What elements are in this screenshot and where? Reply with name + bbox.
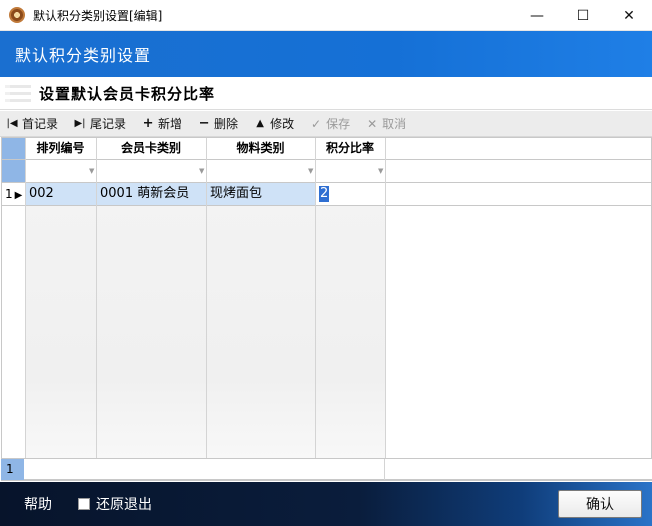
grid-filter-row: ▼ ▼ ▼ ▼ xyxy=(2,160,651,183)
edit-label: 修改 xyxy=(270,117,295,131)
page-title: 默认积分类别设置 xyxy=(15,46,152,65)
delete-button[interactable]: − 删除 xyxy=(192,113,244,135)
triangle-up-icon: ▲ xyxy=(256,118,264,129)
record-count: 1 xyxy=(1,459,24,480)
first-record-button[interactable]: |◀ 首记录 xyxy=(0,113,64,135)
save-button[interactable]: ✓ 保存 xyxy=(304,113,356,135)
current-row-arrow-icon: ▶ xyxy=(14,190,23,201)
column-header-seq[interactable]: 排列编号 xyxy=(25,138,96,159)
cancel-button[interactable]: ✕ 取消 xyxy=(360,113,412,135)
filter-dropdown-icon[interactable]: ▼ xyxy=(308,167,313,175)
filter-dropdown-icon[interactable]: ▼ xyxy=(199,167,204,175)
filter-indicator xyxy=(2,160,25,182)
section-title: 设置默认会员卡积分比率 xyxy=(39,85,216,103)
filter-dropdown-icon[interactable]: ▼ xyxy=(89,167,94,175)
save-label: 保存 xyxy=(326,117,351,131)
grid-line xyxy=(96,138,97,480)
restore-exit-label: 还原退出 xyxy=(96,497,152,513)
plus-icon: + xyxy=(142,116,154,131)
column-header-ratio[interactable]: 积分比率 xyxy=(315,138,385,159)
ratio-edit-input[interactable]: 2 xyxy=(319,186,330,202)
data-grid[interactable]: 排列编号 会员卡类别 物料类别 积分比率 ▼ ▼ ▼ ▼ 1 ▶ 002 0001… xyxy=(1,137,652,481)
cell-seq[interactable]: 002 xyxy=(25,183,96,205)
restore-exit-checkbox[interactable]: 还原退出 xyxy=(78,494,152,514)
grid-line xyxy=(384,459,385,480)
confirm-button[interactable]: 确认 xyxy=(558,490,642,518)
window-titlebar: 默认积分类别设置[编辑] — ☐ ✕ xyxy=(0,0,652,31)
list-icon xyxy=(5,81,31,107)
delete-label: 删除 xyxy=(214,117,239,131)
row-number: 1 xyxy=(5,187,13,201)
grid-line xyxy=(25,138,26,480)
checkmark-icon: ✓ xyxy=(311,116,322,131)
minus-icon: − xyxy=(198,116,210,131)
x-icon: ✕ xyxy=(367,116,378,131)
grid-header-row: 排列编号 会员卡类别 物料类别 积分比率 xyxy=(2,138,651,160)
column-header-card-type[interactable]: 会员卡类别 xyxy=(96,138,206,159)
grid-line xyxy=(206,138,207,480)
record-toolbar: |◀ 首记录 ▶| 尾记录 + 新增 − 删除 ▲ 修改 ✓ 保存 ✕ 取消 xyxy=(0,111,652,137)
table-row[interactable]: 1 ▶ 002 0001 萌新会员 现烤面包 2 xyxy=(2,183,651,206)
row-indicator[interactable]: 1 ▶ xyxy=(2,183,25,205)
window-title: 默认积分类别设置[编辑] xyxy=(33,8,163,23)
grid-line xyxy=(315,138,316,480)
app-logo-icon xyxy=(9,7,25,23)
cancel-label: 取消 xyxy=(382,117,407,131)
page-header: 默认积分类别设置 xyxy=(0,31,652,77)
section-header: 设置默认会员卡积分比率 xyxy=(0,78,652,110)
window-controls: — ☐ ✕ xyxy=(514,0,652,31)
last-record-icon: ▶| xyxy=(74,118,86,129)
minimize-button[interactable]: — xyxy=(514,0,560,31)
add-button[interactable]: + 新增 xyxy=(136,113,188,135)
edit-button[interactable]: ▲ 修改 xyxy=(248,113,300,135)
cell-ratio[interactable]: 2 xyxy=(315,183,385,205)
first-record-icon: |◀ xyxy=(6,118,18,129)
filter-dropdown-icon[interactable]: ▼ xyxy=(378,167,383,175)
column-header-material[interactable]: 物料类别 xyxy=(206,138,315,159)
last-record-label: 尾记录 xyxy=(90,117,127,131)
header-corner[interactable] xyxy=(2,138,25,159)
grid-line xyxy=(385,138,386,480)
maximize-button[interactable]: ☐ xyxy=(560,0,606,31)
add-label: 新增 xyxy=(158,117,183,131)
help-link[interactable]: 帮助 xyxy=(24,494,52,514)
last-record-button[interactable]: ▶| 尾记录 xyxy=(68,113,132,135)
cell-card-type[interactable]: 0001 萌新会员 xyxy=(96,183,206,205)
close-button[interactable]: ✕ xyxy=(606,0,652,31)
grid-footer-row: 1 xyxy=(1,458,652,480)
first-record-label: 首记录 xyxy=(22,117,59,131)
bottom-bar: 帮助 还原退出 确认 xyxy=(0,482,652,526)
checkbox-icon[interactable] xyxy=(78,498,90,510)
cell-material[interactable]: 现烤面包 xyxy=(206,183,315,205)
